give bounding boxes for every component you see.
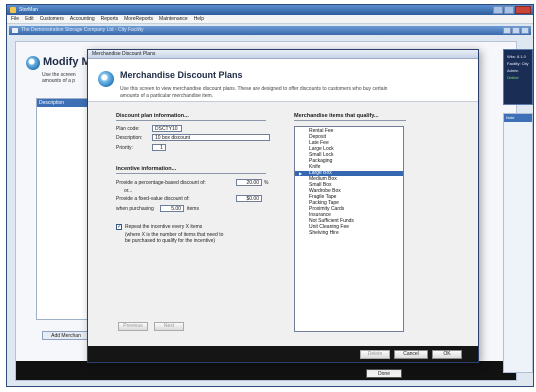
minimize-button[interactable] xyxy=(493,6,503,14)
menu-reports[interactable]: Reports xyxy=(101,16,119,22)
dialog-heading: Merchandise Discount Plans xyxy=(120,70,243,80)
incentive-divider xyxy=(116,173,266,174)
fixed-discount-field[interactable]: $0.00 xyxy=(236,195,262,202)
app-icon xyxy=(10,7,16,13)
percent-unit: % xyxy=(264,180,269,186)
inner-window-title-bar: The Demonstration Storage Company Ltd - … xyxy=(9,26,531,35)
plans-list-header: Description xyxy=(37,99,87,107)
repeat-note-line2: be purchased to qualify for the incentiv… xyxy=(125,238,216,244)
menu-file[interactable]: File xyxy=(11,16,19,22)
done-button[interactable]: Done xyxy=(366,369,402,378)
modify-heading: Modify M xyxy=(43,56,91,68)
add-merchandise-plan-button[interactable]: Add Merchan xyxy=(42,331,90,340)
checkmark-icon: ✓ xyxy=(117,224,123,230)
app-title: StorMan xyxy=(19,7,38,13)
inner-window-controls xyxy=(503,27,529,34)
close-button[interactable] xyxy=(515,6,531,14)
cancel-button[interactable]: Cancel xyxy=(394,350,428,359)
dialog-header: Merchandise Discount Plans Use this scre… xyxy=(88,59,478,101)
items-divider xyxy=(294,120,406,121)
next-button[interactable]: Next xyxy=(154,322,184,331)
fixed-discount-label: Provide a fixed-value discount of: xyxy=(116,196,190,202)
maximize-button[interactable] xyxy=(504,6,514,14)
delete-button[interactable]: Delete xyxy=(360,350,390,359)
or-label: or... xyxy=(124,188,133,194)
menu-maintenance[interactable]: Maintenance xyxy=(159,16,188,22)
repeat-incentive-checkbox[interactable]: ✓ xyxy=(116,224,122,230)
discount-plan-icon xyxy=(98,71,114,87)
dialog-desc-line2: amounts of a particular merchandise item… xyxy=(120,93,214,99)
inner-maximize-button[interactable] xyxy=(512,27,520,34)
session-info-panel: Wks: 8.1.0 Facility: City Admin Online xyxy=(503,49,533,105)
window-controls xyxy=(493,6,531,14)
discount-icon xyxy=(26,56,40,70)
main-window: StorMan File Edit Customers Accounting R… xyxy=(6,4,534,387)
description-field[interactable]: 10 box discount xyxy=(152,134,270,141)
modify-desc-line2: amounts of a p xyxy=(42,78,76,84)
merchandise-discount-dialog: Merchandise Discount Plans Merchandise D… xyxy=(87,49,479,363)
menu-accounting[interactable]: Accounting xyxy=(70,16,95,22)
inner-window-icon xyxy=(12,28,18,33)
ok-button[interactable]: OK xyxy=(432,350,462,359)
notes-panel[interactable]: Note xyxy=(503,113,533,373)
priority-field[interactable]: 1 xyxy=(152,144,166,151)
session-line-4: Online xyxy=(507,75,519,80)
menu-morereports[interactable]: MoreReports xyxy=(124,16,153,22)
items-title: Merchandise items that qualify... xyxy=(294,113,379,119)
previous-button[interactable]: Previous xyxy=(118,322,148,331)
percentage-discount-field[interactable]: 20.00 xyxy=(236,179,262,186)
menu-help[interactable]: Help xyxy=(194,16,204,22)
items-unit: items xyxy=(187,206,199,212)
incentive-title: Incentive information... xyxy=(116,166,177,172)
plan-info-divider xyxy=(116,120,266,121)
session-line-1: Wks: 8.1.0 xyxy=(507,54,526,59)
description-label: Description: xyxy=(116,135,143,141)
plan-code-field[interactable]: DSCTY10 xyxy=(152,125,182,132)
dialog-desc-line1: Use this screen to view merchandise disc… xyxy=(120,86,388,92)
notes-panel-header: Note xyxy=(504,114,532,122)
when-purchasing-label: when purchasing xyxy=(116,206,154,212)
inner-close-button[interactable] xyxy=(521,27,529,34)
merchandise-items-list[interactable]: Rental Fee Deposit Late Fee Large Lock S… xyxy=(294,126,404,332)
selection-arrow-icon: ▶ xyxy=(299,171,303,176)
priority-label: Priority: xyxy=(116,145,133,151)
session-line-3: Admin xyxy=(507,68,519,73)
menu-edit[interactable]: Edit xyxy=(25,16,34,22)
plan-info-title: Discount plan information... xyxy=(116,113,189,119)
dialog-body: Discount plan information... Plan code: … xyxy=(88,101,478,346)
dialog-title-bar: Merchandise Discount Plans xyxy=(88,50,478,59)
list-item[interactable]: Shelving Hire xyxy=(309,231,339,236)
menu-bar: File Edit Customers Accounting Reports M… xyxy=(7,15,533,24)
menu-customers[interactable]: Customers xyxy=(40,16,64,22)
modify-bottom-bar xyxy=(16,361,516,380)
inner-window-title: The Demonstration Storage Company Ltd - … xyxy=(21,27,144,33)
session-line-2: Facility: City xyxy=(507,61,529,66)
percentage-discount-label: Provide a percentage-based discount of: xyxy=(116,180,206,186)
plans-list[interactable]: Description xyxy=(36,98,88,320)
plan-code-label: Plan code: xyxy=(116,126,140,132)
when-purchasing-field[interactable]: 5.00 xyxy=(160,205,184,212)
inner-minimize-button[interactable] xyxy=(503,27,511,34)
app-title-bar: StorMan xyxy=(7,5,533,15)
repeat-incentive-label: Repeat the incentive every X items xyxy=(125,224,203,230)
dialog-button-bar: Delete Cancel OK xyxy=(88,346,478,362)
